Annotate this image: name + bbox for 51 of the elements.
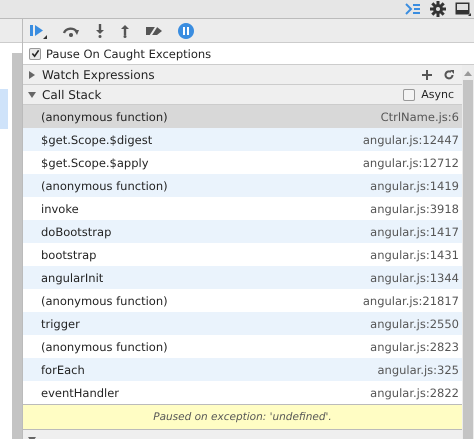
source-location[interactable]: angular.js:1431	[370, 248, 459, 262]
checkbox-label: Pause On Caught Exceptions	[46, 46, 212, 60]
checkbox[interactable]	[403, 88, 416, 100]
source-location[interactable]: angular.js:2823	[370, 340, 459, 354]
source-location[interactable]: angular.js:12712	[362, 156, 459, 170]
function-name: (anonymous function)	[41, 340, 168, 354]
source-location[interactable]: angular.js:1419	[370, 178, 459, 192]
refresh-icon[interactable]	[444, 70, 454, 80]
source-location[interactable]: CtrlName.js:6	[380, 110, 459, 124]
function-name: doBootstrap	[41, 224, 112, 238]
source-location[interactable]: angular.js:2822	[370, 386, 459, 400]
function-name: $get.Scope.$apply	[41, 156, 149, 170]
function-name: $get.Scope.$digest	[41, 132, 152, 146]
call-frame[interactable]: doBootstrap angular.js:1417	[23, 220, 462, 243]
call-frame[interactable]: forEach angular.js:325	[23, 358, 462, 381]
call-frame[interactable]: $get.Scope.$digest angular.js:12447	[23, 128, 462, 151]
scrollbar-thumb[interactable]	[463, 80, 473, 439]
checkbox[interactable]	[29, 48, 41, 60]
source-location[interactable]: angular.js:1417	[370, 224, 459, 238]
exception-message: Paused on exception: 'undefined'.	[23, 404, 462, 430]
function-name: (anonymous function)	[41, 178, 168, 192]
dock-icon[interactable]	[455, 2, 471, 16]
source-location[interactable]: angular.js:1344	[370, 270, 459, 284]
source-location[interactable]: angular.js:325	[377, 362, 459, 376]
call-frame[interactable]: (anonymous function) angular.js:1419	[23, 174, 462, 197]
call-frame[interactable]: (anonymous function) CtrlName.js:6	[23, 105, 462, 128]
selection-marker	[0, 89, 8, 129]
function-name: forEach	[41, 362, 85, 376]
step-into-icon[interactable]	[95, 24, 105, 38]
console-drawer-icon[interactable]	[405, 3, 421, 15]
source-location[interactable]: angular.js:12447	[362, 132, 459, 146]
section-title[interactable]: Call Stack	[42, 88, 398, 102]
function-name: eventHandler	[41, 386, 120, 400]
source-location[interactable]: angular.js:21817	[362, 294, 459, 308]
source-location[interactable]: angular.js:2550	[370, 316, 459, 330]
expand-triangle-icon[interactable]	[28, 70, 36, 78]
pause-icon[interactable]	[178, 22, 194, 38]
function-name: bootstrap	[41, 248, 96, 262]
resume-icon[interactable]	[29, 22, 47, 38]
add-icon[interactable]	[422, 70, 432, 80]
function-name: invoke	[41, 202, 79, 216]
function-name: (anonymous function)	[41, 294, 168, 308]
call-frame[interactable]: angularInit angular.js:1344	[23, 266, 462, 289]
step-out-icon[interactable]	[120, 24, 130, 38]
collapse-triangle-icon[interactable]	[28, 90, 36, 98]
checkbox-label: Async	[421, 88, 454, 101]
call-frame[interactable]: trigger angular.js:2550	[23, 312, 462, 335]
function-name: trigger	[41, 316, 80, 330]
source-location[interactable]: angular.js:3918	[370, 202, 459, 216]
function-name: (anonymous function)	[41, 110, 168, 124]
function-name: angularInit	[41, 270, 104, 284]
